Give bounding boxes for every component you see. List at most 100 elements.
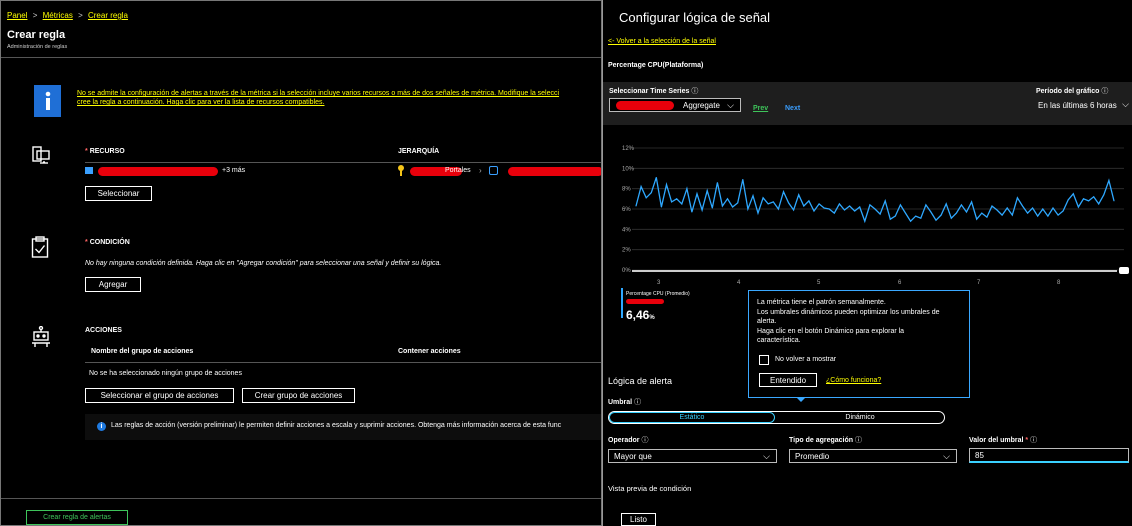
breadcrumb-current[interactable]: Crear regla — [88, 11, 128, 20]
add-condition-button[interactable]: Agregar — [85, 277, 141, 292]
panel-title: Configurar lógica de señal — [619, 10, 771, 25]
static-option[interactable]: Estático — [609, 412, 775, 423]
dont-show-again-checkbox[interactable] — [759, 355, 769, 365]
x-tick-label: 5 — [817, 280, 821, 286]
tooltip-pointer — [796, 397, 806, 402]
done-button[interactable]: Listo — [621, 513, 656, 526]
data-point — [808, 200, 810, 202]
period-select[interactable]: En las últimas 6 horas ⌵ — [1036, 98, 1130, 112]
y-tick-label: 0% — [622, 268, 631, 274]
data-point — [1052, 207, 1054, 209]
data-point — [676, 198, 678, 200]
divider — [1, 57, 601, 58]
data-point — [945, 203, 947, 205]
data-point — [955, 212, 957, 214]
data-point — [1077, 206, 1079, 208]
next-link[interactable]: Next — [785, 105, 800, 112]
create-action-group-button[interactable]: Crear grupo de acciones — [242, 388, 355, 403]
data-point — [823, 207, 825, 209]
legend-color-bar — [621, 288, 623, 318]
data-point — [996, 209, 998, 211]
data-point — [991, 205, 993, 207]
data-point — [645, 197, 647, 199]
data-point — [1088, 200, 1090, 202]
data-point — [915, 215, 917, 217]
threshold-value-input[interactable]: 85 — [969, 448, 1129, 463]
create-alert-rule-button[interactable]: Crear regla de alertas — [26, 510, 128, 525]
timeseries-select[interactable]: Aggregate ⌵ — [609, 98, 741, 112]
data-point — [818, 203, 820, 205]
select-action-group-button[interactable]: Seleccionar el grupo de acciones — [85, 388, 234, 403]
select-resource-button[interactable]: Seleccionar — [85, 186, 152, 201]
data-point — [884, 200, 886, 202]
data-point — [767, 203, 769, 205]
divider — [1, 498, 601, 499]
page-subtitle: Administración de reglas — [7, 44, 68, 50]
data-point — [1001, 214, 1003, 216]
data-point — [910, 220, 912, 222]
legend-value: 6,46% — [626, 308, 655, 322]
page-title: Crear regla — [7, 29, 66, 41]
aggregation-select[interactable]: Promedio ⌵ — [789, 449, 957, 463]
x-tick-label: 7 — [977, 280, 981, 286]
data-point — [671, 201, 673, 203]
signal-name: Percentage CPU(Plataforma) — [608, 62, 704, 69]
data-point — [849, 205, 851, 207]
data-point — [1108, 180, 1110, 181]
data-point — [1093, 196, 1095, 198]
data-point — [732, 206, 734, 208]
data-point — [686, 188, 688, 190]
operator-select[interactable]: Mayor que ⌵ — [608, 449, 777, 463]
data-point — [1062, 210, 1064, 212]
data-point — [788, 202, 790, 204]
data-point — [711, 207, 713, 209]
divider — [85, 362, 601, 363]
breadcrumb-panel[interactable]: Panel — [7, 11, 27, 20]
scrollbar-handle[interactable] — [1119, 267, 1129, 274]
data-point — [813, 210, 815, 212]
back-link[interactable]: <- Volver a la selección de la señal — [608, 38, 716, 45]
data-point — [1098, 203, 1100, 205]
data-point — [960, 204, 962, 206]
data-point — [833, 212, 835, 214]
actions-empty-text: No se ha seleccionado ningún grupo de ac… — [89, 370, 242, 377]
breadcrumb-metrics[interactable]: Métricas — [43, 11, 73, 20]
how-it-works-link[interactable]: ¿Cómo funciona? — [826, 377, 881, 384]
data-point — [655, 177, 657, 178]
y-tick-label: 10% — [622, 166, 635, 172]
timeseries-label: Seleccionar Time Series ⓘ — [609, 88, 699, 95]
info-banner[interactable]: No se admite la configuración de alertas… — [77, 89, 559, 107]
hierarchy-label: JERARQUÍA — [398, 148, 440, 155]
chevron-right-icon: › — [479, 166, 482, 175]
data-point — [1037, 215, 1039, 217]
data-point — [894, 215, 896, 217]
threshold-value-label: Valor del umbral * ⓘ — [969, 437, 1038, 444]
data-point — [950, 217, 952, 219]
data-point — [798, 194, 800, 196]
data-point — [803, 205, 805, 207]
data-point — [706, 190, 708, 192]
data-point — [1027, 212, 1029, 214]
data-point — [828, 208, 830, 210]
data-point — [701, 209, 703, 211]
legend-label: Percentage CPU (Promedio) — [626, 291, 690, 297]
data-point — [640, 186, 642, 188]
data-point — [747, 208, 749, 210]
data-point — [899, 204, 901, 206]
data-point — [727, 198, 728, 200]
dynamic-option[interactable]: Dinámico — [777, 412, 943, 423]
resource-group-icon — [489, 166, 498, 175]
prev-link[interactable]: Prev — [753, 105, 768, 112]
dont-show-again-label: No volver a mostrar — [775, 356, 837, 363]
data-point — [681, 203, 683, 205]
hierarchy-portals: Portales — [445, 167, 471, 174]
data-point — [854, 210, 856, 212]
redacted-resource-group — [508, 167, 601, 176]
data-point — [1011, 214, 1013, 216]
col-action-group-name: Nombre del grupo de acciones — [91, 348, 194, 355]
actions-label: ACCIONES — [85, 327, 122, 334]
data-point — [752, 195, 754, 197]
info-circle-icon: i — [97, 422, 106, 431]
data-point — [971, 201, 973, 203]
got-it-button[interactable]: Entendido — [759, 373, 817, 387]
